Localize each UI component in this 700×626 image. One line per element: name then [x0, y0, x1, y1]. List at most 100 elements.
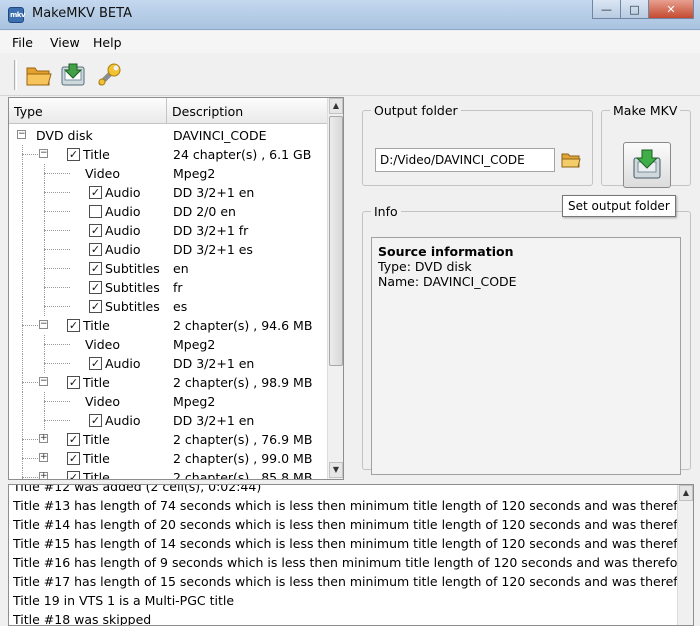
tree-row-type: Audio — [105, 356, 141, 371]
tree-connector — [44, 287, 70, 288]
tree-connector — [22, 392, 23, 411]
tree-row[interactable]: Audio DD 2/0 en — [9, 202, 331, 221]
close-button[interactable]: ✕ — [648, 0, 694, 19]
tree-connector — [44, 335, 45, 354]
browse-folder-button[interactable] — [559, 148, 583, 172]
tree-connector — [44, 420, 70, 421]
log-scrollbar[interactable]: ▲ — [677, 485, 693, 625]
menu-help[interactable]: Help — [93, 35, 122, 50]
menu-file[interactable]: File — [12, 35, 33, 50]
backup-button[interactable] — [58, 60, 88, 90]
tree-row-description: 2 chapter(s) , 98.9 MB — [173, 375, 313, 390]
tree-row[interactable]: ✓ Audio DD 3/2+1 en — [9, 183, 331, 202]
tree-row-description: DD 3/2+1 en — [173, 185, 255, 200]
tree-row-description: 24 chapter(s) , 6.1 GB — [173, 147, 312, 162]
collapse-icon[interactable]: − — [39, 377, 48, 386]
tree-connector — [44, 411, 45, 430]
tree-connector — [44, 401, 70, 402]
checked-checkbox[interactable]: ✓ — [89, 414, 102, 427]
tree-row-type: Title — [83, 470, 110, 479]
collapse-icon[interactable]: − — [39, 149, 48, 158]
expand-icon[interactable]: + — [39, 453, 48, 462]
tree-row[interactable]: ✓ Audio DD 3/2+1 en — [9, 411, 331, 430]
tree-row[interactable]: ✓ Audio DD 3/2+1 es — [9, 240, 331, 259]
tree-row-description: Mpeg2 — [173, 337, 216, 352]
log-line: Title #18 was skipped — [13, 612, 152, 626]
tree-row[interactable]: Video Mpeg2 — [9, 164, 331, 183]
checked-checkbox[interactable]: ✓ — [89, 300, 102, 313]
tree-row[interactable]: ✓ Audio DD 3/2+1 en — [9, 354, 331, 373]
tree-connector — [44, 240, 45, 259]
output-folder-group: Output folder — [362, 103, 593, 186]
tree-row-type: Title — [83, 375, 110, 390]
tree-connector — [44, 183, 45, 202]
tree-row-description: fr — [173, 280, 183, 295]
tree-row[interactable]: ✓ Audio DD 3/2+1 fr — [9, 221, 331, 240]
tree-row-type: Title — [83, 451, 110, 466]
backup-disc-icon — [61, 63, 85, 86]
tree-scrollbar[interactable]: ▲ ▼ — [327, 98, 343, 479]
tree-row-description: Mpeg2 — [173, 166, 216, 181]
tree-row[interactable]: − ✓ Title 2 chapter(s) , 98.9 MB — [9, 373, 331, 392]
tree-scroll-down-button[interactable]: ▼ — [329, 462, 343, 478]
tree-header: Type Description — [9, 98, 331, 124]
minimize-button[interactable]: — — [592, 0, 620, 19]
checked-checkbox[interactable]: ✓ — [67, 433, 80, 446]
tree-row[interactable]: + ✓ Title 2 chapter(s) , 99.0 MB — [9, 449, 331, 468]
column-header-description[interactable]: Description — [167, 98, 331, 123]
checked-checkbox[interactable]: ✓ — [67, 376, 80, 389]
tree-row[interactable]: − ✓ Title 2 chapter(s) , 94.6 MB — [9, 316, 331, 335]
expand-icon[interactable]: + — [39, 434, 48, 443]
maximize-button[interactable]: □ — [620, 0, 648, 19]
unchecked-checkbox[interactable] — [89, 205, 102, 218]
checked-checkbox[interactable]: ✓ — [67, 452, 80, 465]
tree-row-description: DD 3/2+1 es — [173, 242, 253, 257]
preferences-button[interactable] — [94, 60, 124, 90]
tree-row[interactable]: ✓ Subtitles fr — [9, 278, 331, 297]
make-mkv-icon — [633, 149, 661, 179]
tree-row-type: Video — [85, 337, 121, 352]
tree-row-type: Title — [83, 147, 110, 162]
log-scroll-up-button[interactable]: ▲ — [679, 485, 693, 501]
tree-row-description: DD 3/2+1 fr — [173, 223, 249, 238]
column-header-type[interactable]: Type — [9, 98, 167, 123]
checked-checkbox[interactable]: ✓ — [67, 148, 80, 161]
checked-checkbox[interactable]: ✓ — [89, 262, 102, 275]
tree-connector — [44, 392, 45, 411]
checked-checkbox[interactable]: ✓ — [67, 471, 80, 479]
tree-row[interactable]: + ✓ Title 2 chapter(s) , 85.8 MB — [9, 468, 331, 479]
menu-view[interactable]: View — [50, 35, 80, 50]
open-files-button[interactable] — [24, 60, 54, 90]
tree-row[interactable]: Video Mpeg2 — [9, 392, 331, 411]
toolbar-grip[interactable] — [14, 60, 17, 90]
checked-checkbox[interactable]: ✓ — [89, 186, 102, 199]
tree-row-description: es — [173, 299, 188, 314]
output-folder-input[interactable] — [375, 148, 555, 172]
checked-checkbox[interactable]: ✓ — [89, 224, 102, 237]
tree-row[interactable]: − ✓ Title 24 chapter(s) , 6.1 GB — [9, 145, 331, 164]
collapse-icon[interactable]: − — [39, 320, 48, 329]
tree-row[interactable]: ✓ Subtitles en — [9, 259, 331, 278]
tree-connector — [22, 183, 23, 202]
checked-checkbox[interactable]: ✓ — [89, 357, 102, 370]
tree-row[interactable]: Video Mpeg2 — [9, 335, 331, 354]
checked-checkbox[interactable]: ✓ — [89, 281, 102, 294]
title-bar[interactable]: mkv MakeMKV BETA — □ ✕ — [0, 0, 700, 30]
tree-connector — [44, 202, 45, 221]
tree-scroll-thumb[interactable] — [329, 116, 343, 366]
tree-connector — [22, 335, 23, 354]
tree-scroll-up-button[interactable]: ▲ — [329, 98, 343, 114]
tree-row[interactable]: ✓ Subtitles es — [9, 297, 331, 316]
tree-connector — [44, 164, 45, 183]
tree-row[interactable]: − DVD disk DAVINCI_CODE — [9, 126, 331, 145]
checked-checkbox[interactable]: ✓ — [89, 243, 102, 256]
make-mkv-button[interactable] — [623, 142, 671, 188]
right-panel: Output folder Make MKV Info — [352, 97, 694, 480]
expand-icon[interactable]: + — [39, 472, 48, 479]
tree-row[interactable]: + ✓ Title 2 chapter(s) , 76.9 MB — [9, 430, 331, 449]
tree-connector — [22, 430, 23, 449]
tree-connector — [22, 325, 40, 326]
collapse-icon[interactable]: − — [17, 130, 26, 139]
tree-connector — [44, 259, 45, 278]
checked-checkbox[interactable]: ✓ — [67, 319, 80, 332]
